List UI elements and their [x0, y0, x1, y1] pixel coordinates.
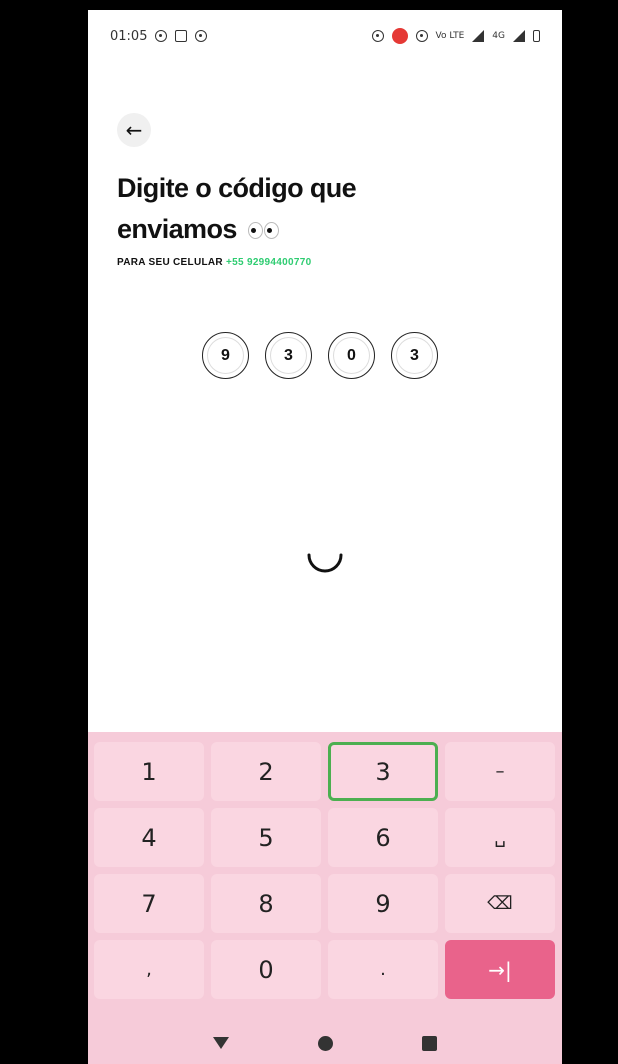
eyes-emoji-icon	[247, 222, 279, 240]
record-icon	[155, 30, 168, 42]
nav-recents-icon[interactable]	[422, 1035, 438, 1051]
subtitle-prefix: PARA SEU CELULAR	[117, 257, 223, 268]
key-3[interactable]: –	[445, 742, 555, 801]
eye-left-icon	[247, 222, 263, 240]
code-digit-1[interactable]: 9	[202, 332, 249, 379]
title-line-1: Digite o código que	[117, 173, 357, 203]
key-1[interactable]: 2	[211, 742, 321, 801]
title-line-2: enviamos	[117, 209, 517, 250]
numeric-keyboard: 1 2 3– 4 5 6 ␣ 7 8 9 ⌫, 0. →|	[88, 732, 562, 1064]
key-6[interactable]: 6	[328, 808, 438, 867]
verification-code-inputs: 9 3 0 3	[202, 332, 438, 379]
nav-back-icon[interactable]	[212, 1037, 229, 1049]
network-type: 4G	[492, 30, 505, 41]
subtitle: PARA SEU CELULAR +55 92994400770	[117, 257, 311, 268]
key-2[interactable]: 3	[328, 742, 438, 801]
page-title: Digite o código que enviamos	[117, 168, 517, 250]
key-11[interactable]: ⌫	[445, 874, 555, 933]
eye-right-icon	[263, 222, 279, 240]
nav-home-icon[interactable]	[317, 1035, 333, 1051]
key-8[interactable]: 7	[94, 874, 204, 933]
record-icon	[195, 30, 208, 42]
key-enter[interactable]: →|	[445, 940, 555, 999]
status-time: 01:05	[110, 28, 148, 44]
key-0[interactable]: 1	[94, 742, 204, 801]
arrow-left-icon: ←	[125, 118, 143, 142]
key-13[interactable]: 0	[211, 940, 321, 999]
key-5[interactable]: 5	[211, 808, 321, 867]
key-4[interactable]: 4	[94, 808, 204, 867]
key-12[interactable]: ,	[94, 940, 204, 999]
loading-spinner-icon	[307, 553, 343, 573]
navigation-bar	[88, 1022, 562, 1064]
status-bar: 01:05 Vo LTE 4G	[88, 10, 562, 62]
status-left: 01:05	[110, 28, 208, 44]
message-icon	[175, 30, 188, 42]
subtitle-phone-number: +55 92994400770	[226, 257, 312, 268]
back-button[interactable]: ←	[117, 113, 151, 147]
keyboard-keys: 1 2 3– 4 5 6 ␣ 7 8 9 ⌫, 0. →|	[94, 742, 556, 999]
key-7[interactable]: ␣	[445, 808, 555, 867]
key-10[interactable]: 9	[328, 874, 438, 933]
battery-icon	[533, 30, 540, 42]
vibrate-icon	[415, 30, 428, 42]
code-digit-4[interactable]: 3	[391, 332, 438, 379]
alarm-icon	[371, 30, 384, 42]
code-digit-3[interactable]: 0	[328, 332, 375, 379]
signal-icon	[472, 30, 485, 42]
notification-app-icon	[391, 28, 408, 44]
volte-label: Vo LTE	[435, 30, 465, 41]
signal-icon	[513, 30, 525, 42]
key-14[interactable]: .	[328, 940, 438, 999]
status-right: Vo LTE 4G	[371, 28, 540, 44]
title-line-2-text: enviamos	[117, 214, 237, 244]
key-9[interactable]: 8	[211, 874, 321, 933]
code-digit-2[interactable]: 3	[265, 332, 312, 379]
phone-screen: 01:05 Vo LTE 4G ← Digite o código que en…	[88, 10, 562, 1064]
